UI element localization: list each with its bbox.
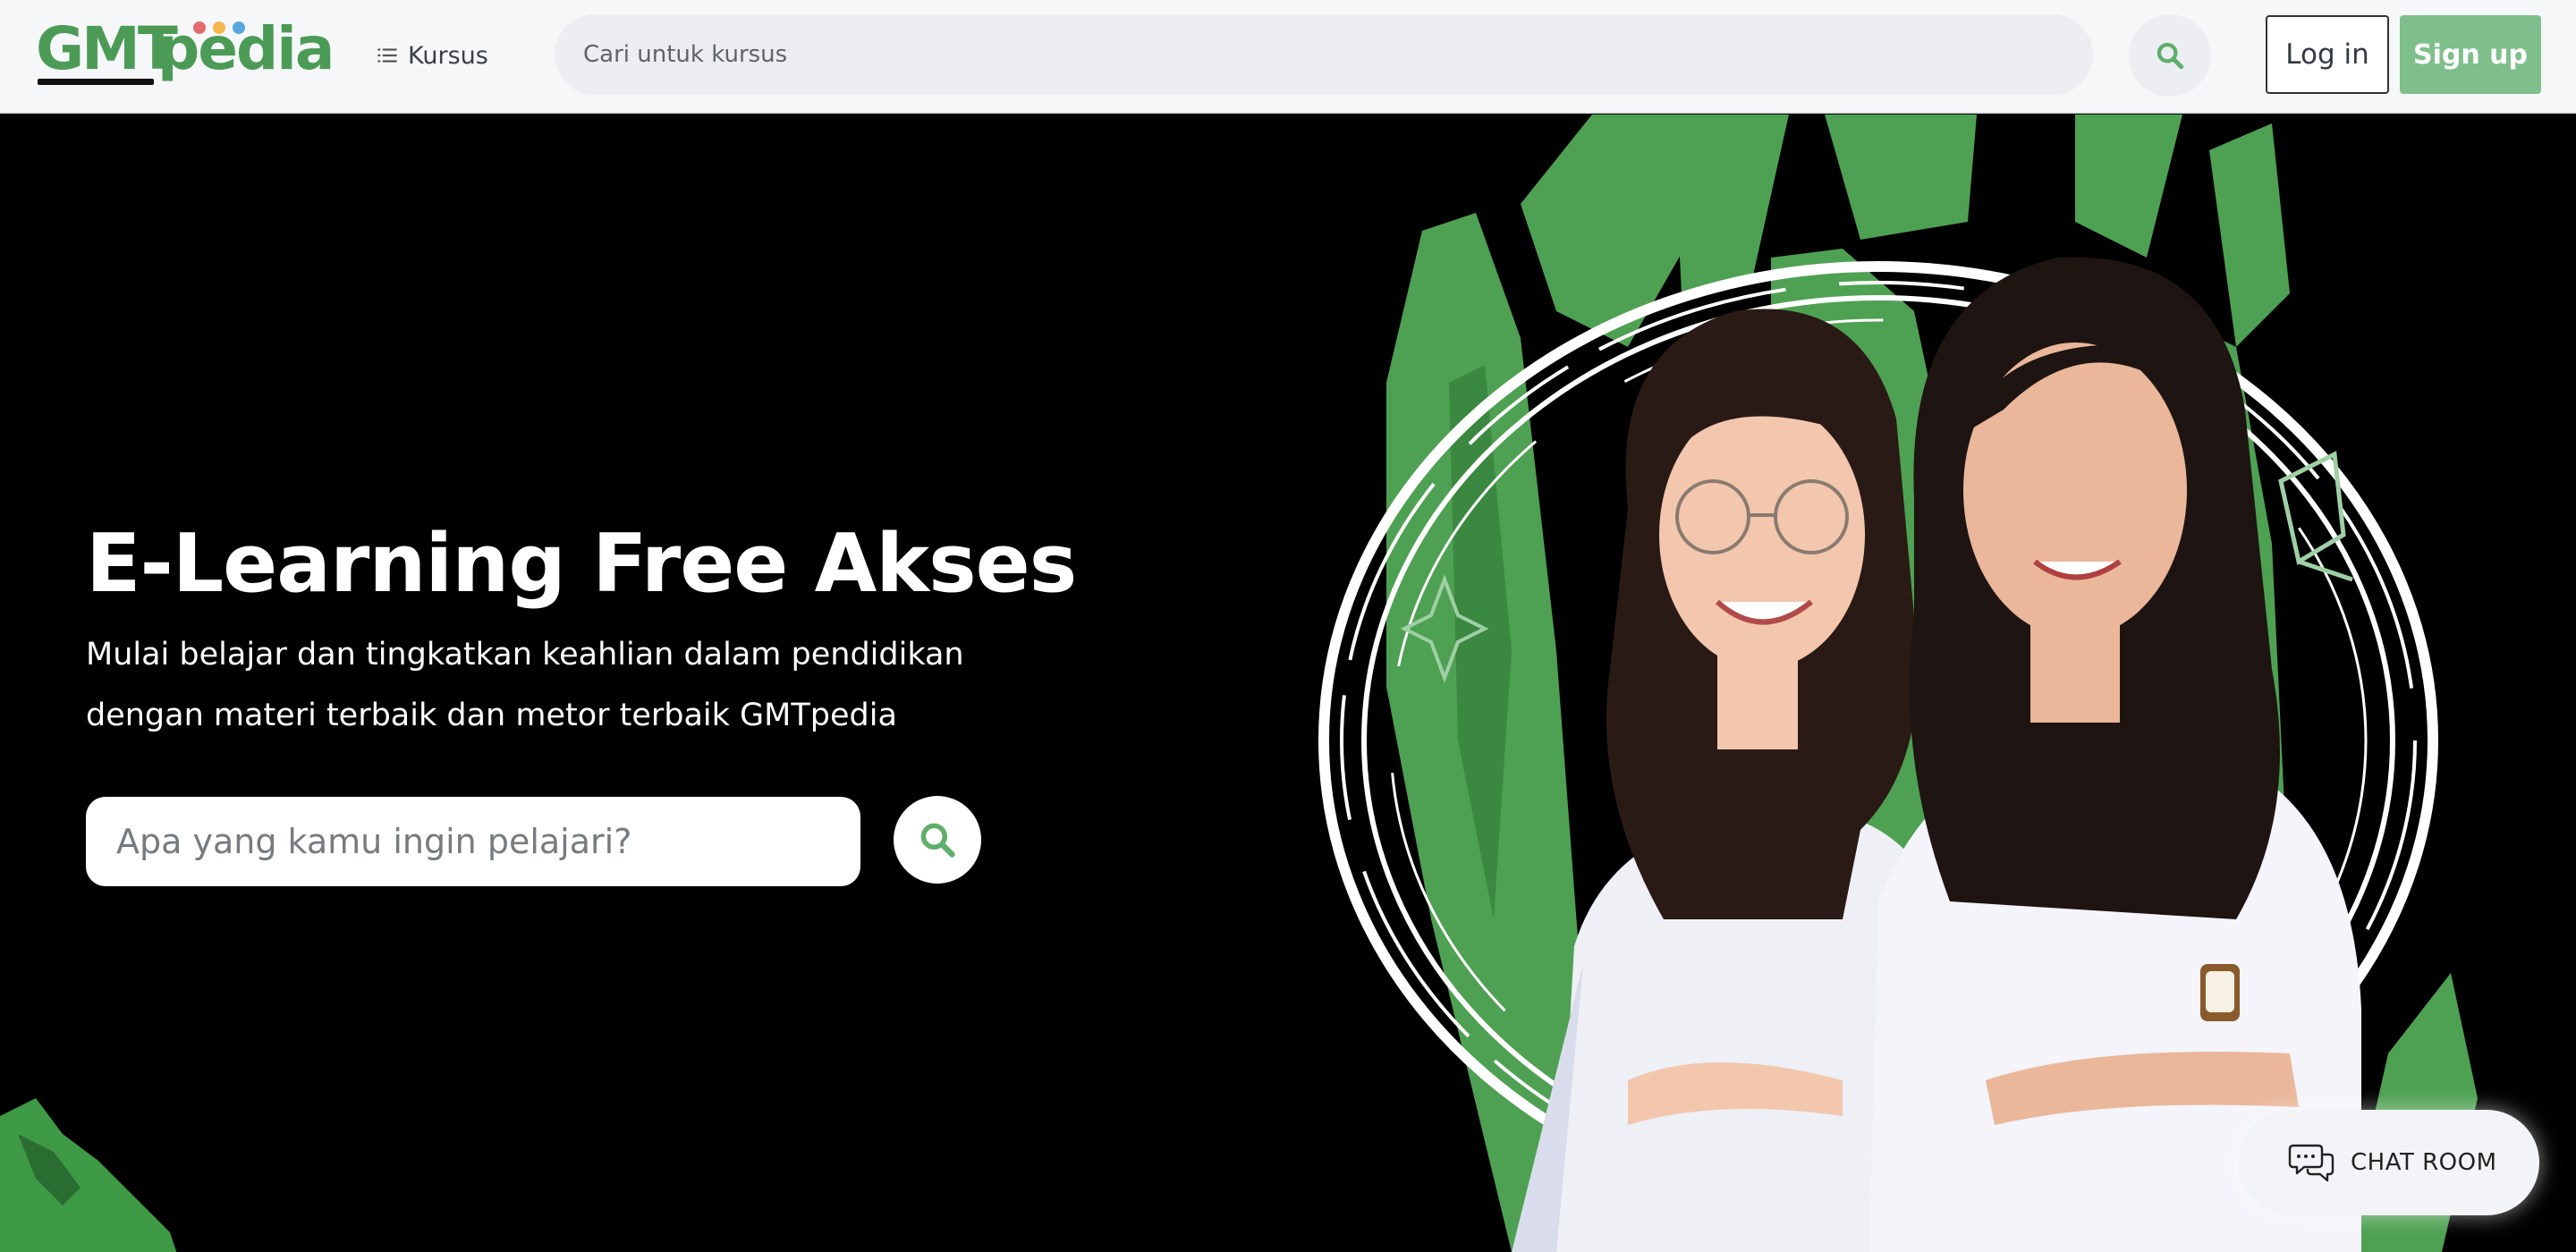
search-icon (2157, 42, 2184, 70)
hero-search-input[interactable] (86, 797, 860, 886)
search-icon (920, 823, 955, 858)
hero-subtitle-line-1: Mulai belajar dan tingkatkan keahlian da… (86, 637, 964, 673)
logo-dot-red (193, 21, 206, 34)
top-navbar: GMT pedia Kursus Log in Sign up (0, 0, 2576, 114)
hero-section: E-Learning Free Akses Mulai belajar dan … (0, 114, 2576, 1252)
course-search-button[interactable] (2129, 14, 2211, 97)
green-brush-decoration (0, 1098, 177, 1252)
hero-students-image (1318, 114, 2478, 1252)
list-icon (377, 48, 397, 63)
course-search-input[interactable] (555, 14, 2093, 95)
hero-title: E-Learning Free Akses (86, 517, 1077, 611)
signup-button[interactable]: Sign up (2400, 15, 2541, 94)
gmtpedia-logo[interactable]: GMT pedia (36, 14, 335, 89)
kursus-menu-label: Kursus (408, 41, 488, 70)
logo-dots (193, 21, 265, 36)
logo-dot-blue (233, 21, 245, 34)
hero-subtitle-line-2: dengan materi terbaik dan metor terbaik … (86, 698, 897, 733)
hero-search-button[interactable] (894, 796, 981, 884)
logo-underline (38, 79, 154, 85)
student-right (1869, 257, 2361, 1252)
logo-dot-yellow (213, 21, 225, 34)
chat-bubbles-icon (2288, 1144, 2334, 1182)
chat-room-label: CHAT ROOM (2351, 1149, 2497, 1176)
chat-room-button[interactable]: CHAT ROOM (2238, 1110, 2539, 1215)
kursus-menu-button[interactable]: Kursus (376, 36, 488, 75)
login-button[interactable]: Log in (2266, 15, 2389, 94)
logo-text-gmt: GMT (36, 14, 178, 83)
hero-subtitle: Mulai belajar dan tingkatkan keahlian da… (86, 624, 980, 746)
